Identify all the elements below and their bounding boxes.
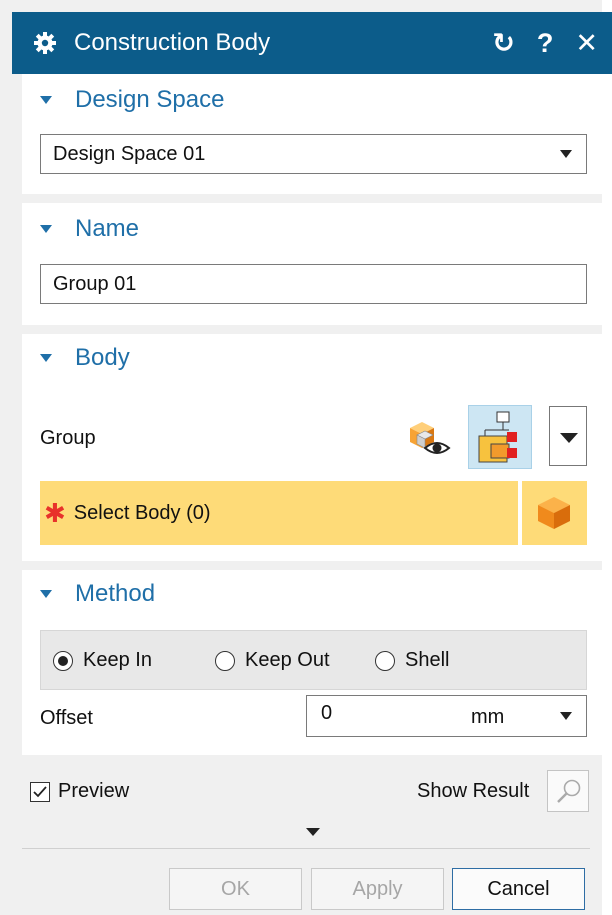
show-result-button[interactable]	[547, 770, 589, 812]
body-header-label: Body	[75, 344, 130, 371]
offset-input[interactable]: 0 mm	[306, 695, 587, 737]
design-space-select[interactable]: Design Space 01	[40, 134, 587, 174]
name-input[interactable]: Group 01	[40, 264, 587, 304]
offset-unit: mm	[471, 706, 505, 728]
name-header[interactable]: Name	[40, 215, 139, 243]
checkbox-checked-icon	[30, 781, 50, 802]
name-section: Name Group 01	[22, 203, 602, 325]
group-label: Group	[40, 427, 96, 449]
offset-label: Offset	[40, 707, 93, 729]
solid-body-icon	[532, 491, 576, 540]
preview-label: Preview	[58, 780, 130, 802]
keep-out-label: Keep Out	[245, 649, 330, 671]
select-body-label: Select Body (0)	[73, 501, 211, 524]
method-header[interactable]: Method	[40, 580, 155, 608]
show-body-icon[interactable]	[405, 416, 459, 464]
method-header-label: Method	[75, 580, 156, 607]
chevron-down-icon	[560, 712, 572, 720]
name-input-value: Group 01	[53, 272, 137, 295]
group-dropdown-button[interactable]	[549, 406, 587, 466]
radio-unchecked-icon	[215, 650, 235, 671]
body-section: Body Group ✱ Select Body (0)	[22, 334, 602, 561]
cancel-button[interactable]: Cancel	[452, 868, 585, 910]
dialog-title: Construction Body	[74, 29, 271, 56]
design-space-select-value: Design Space 01	[53, 142, 206, 165]
body-header[interactable]: Body	[40, 344, 130, 372]
radio-unchecked-icon	[375, 650, 395, 671]
offset-value: 0	[321, 702, 333, 724]
construction-body-dialog: Construction Body ↻ ? ✕ Design Space Des…	[0, 0, 612, 915]
title-bar: Construction Body ↻ ? ✕	[12, 12, 612, 74]
chevron-down-icon	[560, 150, 572, 158]
title-actions: ↻ ? ✕	[492, 12, 598, 74]
apply-button[interactable]: Apply	[311, 868, 444, 910]
separator	[22, 848, 590, 849]
preview-checkbox[interactable]: Preview	[30, 780, 129, 803]
shell-radio[interactable]: Shell	[375, 649, 449, 672]
collapse-triangle-icon	[40, 354, 52, 362]
help-icon[interactable]: ?	[537, 29, 554, 57]
show-result-label: Show Result	[417, 780, 530, 802]
radio-checked-icon	[53, 650, 73, 671]
keep-out-radio[interactable]: Keep Out	[215, 649, 330, 672]
design-space-section: Design Space Design Space 01	[22, 74, 602, 194]
collapse-triangle-icon	[40, 96, 52, 104]
gear-icon	[32, 30, 58, 56]
keep-in-radio[interactable]: Keep In	[53, 649, 152, 672]
required-icon: ✱	[44, 497, 66, 528]
method-section: Method Keep In Keep Out Shell Offset 0 m…	[22, 570, 602, 755]
more-options-icon[interactable]	[306, 828, 320, 836]
magnifier-icon	[554, 777, 584, 812]
reset-icon[interactable]: ↻	[492, 29, 515, 57]
select-body-row[interactable]: ✱ Select Body (0)	[40, 481, 518, 545]
design-space-header[interactable]: Design Space	[40, 86, 224, 114]
collapse-triangle-icon	[40, 225, 52, 233]
collapse-triangle-icon	[40, 590, 52, 598]
keep-in-label: Keep In	[83, 649, 152, 671]
select-body-button[interactable]	[522, 481, 587, 545]
close-icon[interactable]: ✕	[575, 29, 598, 57]
ok-button[interactable]: OK	[169, 868, 302, 910]
name-header-label: Name	[75, 215, 140, 242]
design-space-header-label: Design Space	[75, 86, 225, 113]
method-radio-group: Keep In Keep Out Shell	[40, 630, 587, 690]
shell-label: Shell	[405, 649, 450, 671]
chevron-down-icon	[560, 433, 578, 443]
group-tree-icon[interactable]	[468, 405, 532, 469]
